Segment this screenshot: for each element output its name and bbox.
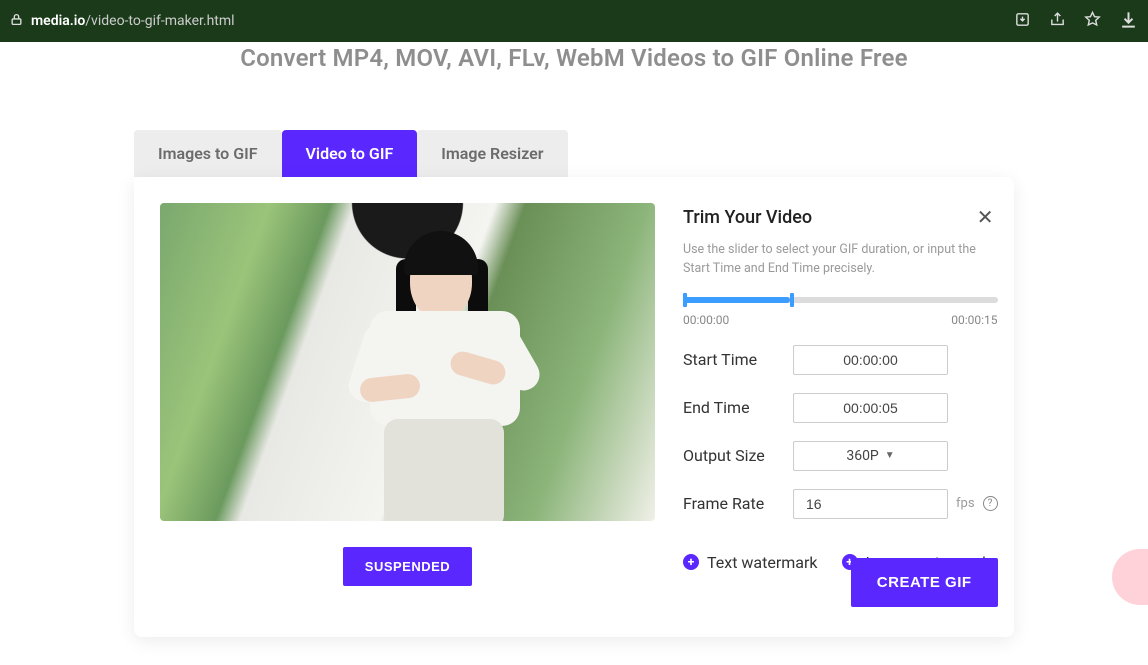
install-icon[interactable]	[1014, 11, 1031, 32]
frame-rate-input[interactable]	[793, 489, 948, 519]
page-headline: Convert MP4, MOV, AVI, FLv, WebM Videos …	[0, 44, 1148, 72]
chevron-down-icon: ▼	[885, 450, 895, 461]
floating-help-bubble[interactable]	[1112, 549, 1148, 605]
help-icon[interactable]: ?	[983, 496, 998, 511]
tab-images-to-gif[interactable]: Images to GIF	[134, 130, 282, 177]
output-size-label: Output Size	[683, 446, 793, 465]
close-icon[interactable]: ✕	[973, 203, 998, 231]
start-time-input[interactable]	[793, 345, 948, 375]
plus-icon: +	[683, 554, 699, 570]
start-time-label: Start Time	[683, 350, 793, 369]
url-domain: media.io	[31, 13, 85, 29]
tab-video-to-gif[interactable]: Video to GIF	[282, 130, 418, 177]
tool-tabs: Images to GIF Video to GIF Image Resizer	[134, 130, 1014, 177]
editor-panel: SUSPENDED Trim Your Video ✕ Use the slid…	[134, 177, 1014, 637]
download-icon[interactable]	[1119, 10, 1138, 33]
slider-start-label: 00:00:00	[683, 313, 729, 327]
fps-unit-label: fps	[956, 496, 975, 511]
slider-handle-end[interactable]	[790, 293, 794, 307]
frame-rate-label: Frame Rate	[683, 494, 793, 513]
add-text-watermark[interactable]: + Text watermark	[683, 553, 818, 572]
end-time-input[interactable]	[793, 393, 948, 423]
bookmark-star-icon[interactable]	[1084, 11, 1101, 32]
trim-description: Use the slider to select your GIF durati…	[683, 241, 983, 279]
output-size-value: 360P	[846, 448, 878, 464]
slider-end-label: 00:00:15	[951, 313, 997, 327]
create-gif-button[interactable]: CREATE GIF	[851, 558, 998, 607]
duration-slider[interactable]: 00:00:00 00:00:15	[683, 297, 998, 327]
lock-icon	[10, 13, 23, 30]
url-path: /video-to-gif-maker.html	[85, 13, 234, 29]
tab-image-resizer[interactable]: Image Resizer	[417, 130, 567, 177]
share-icon[interactable]	[1049, 11, 1066, 32]
suspend-button[interactable]: SUSPENDED	[343, 547, 472, 586]
text-watermark-label: Text watermark	[707, 553, 818, 572]
output-size-select[interactable]: 360P ▼	[793, 441, 948, 471]
slider-handle-start[interactable]	[683, 293, 687, 307]
video-preview[interactable]	[160, 203, 655, 521]
trim-title: Trim Your Video	[683, 207, 812, 228]
browser-address-bar: media.io/video-to-gif-maker.html	[0, 0, 1148, 42]
end-time-label: End Time	[683, 398, 793, 417]
